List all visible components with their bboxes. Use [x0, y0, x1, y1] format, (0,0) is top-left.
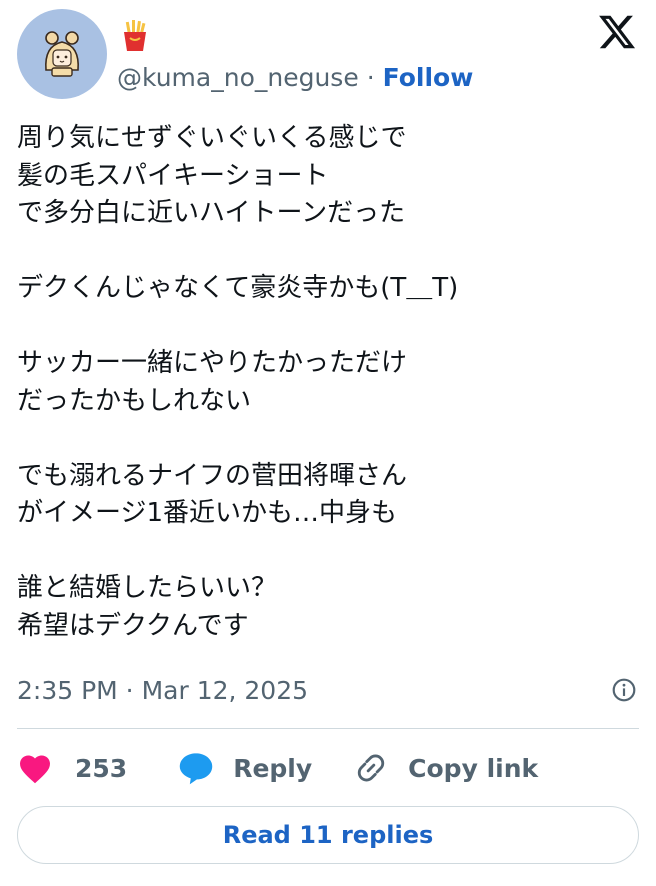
tweet-line: [17, 233, 637, 271]
tweet-line: 希望はデククんです: [17, 610, 249, 641]
follow-button[interactable]: Follow: [383, 63, 474, 92]
tweet-line: [17, 308, 637, 346]
tweet-meta-row: 2:35 PM · Mar 12, 2025: [17, 672, 637, 708]
tweet-actions: 253 Reply Copy link: [17, 745, 538, 791]
tweet-line: [17, 420, 637, 458]
tweet-line: [17, 533, 637, 571]
x-logo-icon[interactable]: [596, 12, 638, 52]
tweet-line: 髪の毛スパイキーショート: [17, 160, 329, 191]
author-handle-row: @kuma_no_neguse · Follow: [117, 60, 473, 94]
heart-icon: [20, 755, 50, 784]
bear-girl-avatar-icon: [45, 31, 79, 77]
french-fries-emoji-icon: [124, 20, 146, 51]
tweet-line: 周り気にせずぐいぐいくる感じで: [17, 123, 407, 153]
handle-separator: ·: [366, 62, 375, 92]
tweet-timestamp[interactable]: 2:35 PM · Mar 12, 2025: [17, 676, 308, 705]
reply-label: Reply: [233, 753, 313, 783]
divider: [17, 728, 639, 729]
tweet-line: サッカー一緒にやりたかっただけ: [17, 348, 408, 378]
info-icon[interactable]: [611, 677, 637, 703]
tweet-line: デクくんじゃなくて豪炎寺かも(T＿T): [17, 273, 459, 303]
reply-button[interactable]: Reply: [177, 751, 312, 785]
read-replies-button[interactable]: Read 11 replies: [17, 806, 639, 864]
tweet-line: がイメージ1番近いかも…中身も: [17, 498, 398, 528]
tweet-line: でも溺れるナイフの菅田将暉さん: [17, 460, 408, 491]
tweet-line: 誰と結婚したらいい？: [17, 573, 278, 603]
link-icon: [357, 754, 385, 782]
tweet-text: 周り気にせずぐいぐいくる感じで 髪の毛スパイキーショート で多分白に近いハイトー…: [17, 120, 637, 645]
tweet-line: で多分白に近いハイトーンだった: [17, 198, 406, 228]
like-button[interactable]: 253: [17, 752, 127, 784]
copy-link-label: Copy link: [408, 753, 539, 783]
reply-bubble-icon: [179, 753, 213, 785]
like-count: 253: [75, 753, 128, 783]
tweet-line: だったかもしれない: [17, 385, 252, 416]
avatar[interactable]: [17, 9, 107, 99]
author-handle[interactable]: @kuma_no_neguse: [117, 63, 359, 92]
copy-link-button[interactable]: Copy link: [354, 751, 538, 785]
